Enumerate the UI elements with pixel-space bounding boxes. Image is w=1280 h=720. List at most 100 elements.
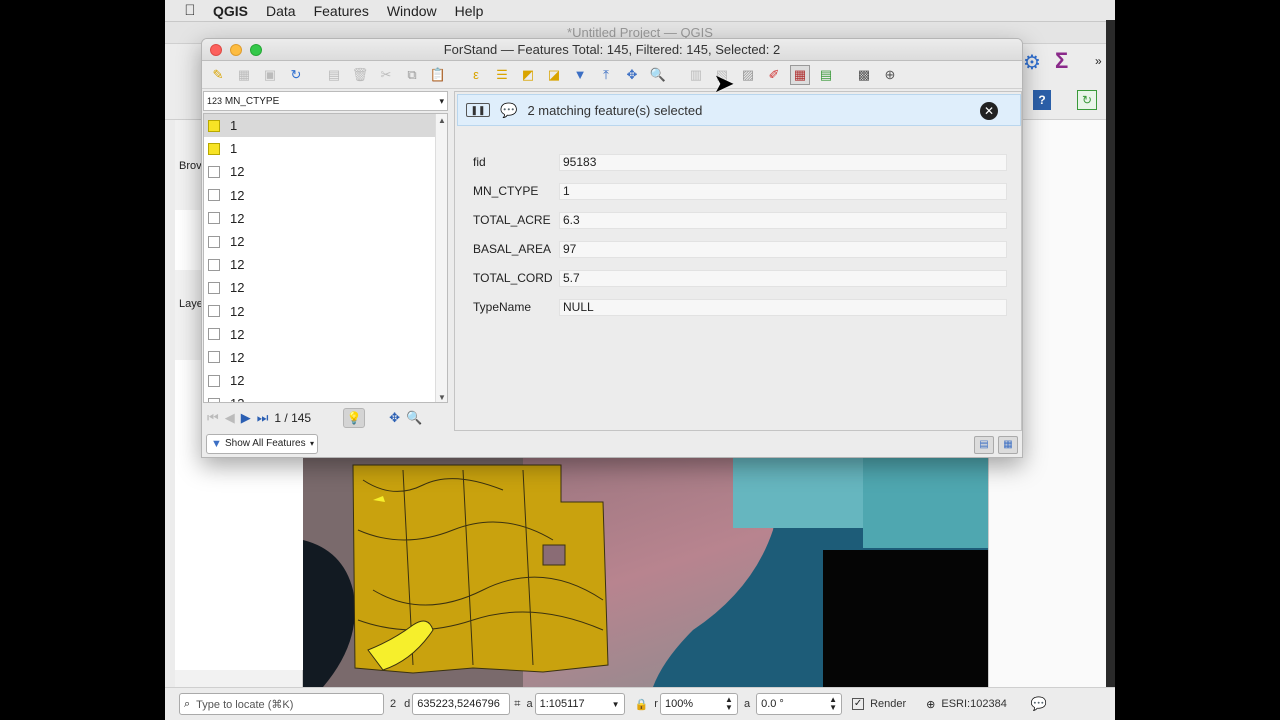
field-value[interactable]: 95183 <box>559 153 1007 171</box>
coordinate-field[interactable]: 635223,5246796 <box>412 693 511 715</box>
select-all-icon[interactable]: ☰ <box>492 65 512 85</box>
filter-select-icon[interactable]: ▼ <box>570 65 590 85</box>
zoom-map-icon[interactable]: ⊕ <box>880 65 900 85</box>
mouse-cursor-icon: ➤ <box>713 68 735 98</box>
selection-checkbox[interactable] <box>208 189 220 202</box>
coordinate-toggle-icon[interactable]: ⌗ <box>514 698 520 711</box>
list-scrollbar[interactable]: ▲ ▼ <box>435 114 447 402</box>
previous-feature-icon[interactable]: ◀ <box>225 410 235 426</box>
copy-icon[interactable]: ⧉ <box>402 65 422 85</box>
selection-checkbox[interactable] <box>208 397 220 402</box>
open-calculator-icon[interactable]: ▩ <box>854 65 874 85</box>
field-label: TypeName <box>473 300 532 314</box>
reload-icon[interactable]: ↻ <box>286 65 306 85</box>
magnifier-spinbox[interactable]: 100% ▲ ▼ <box>659 693 738 715</box>
menu-features[interactable]: Features <box>314 3 369 19</box>
selection-checkbox[interactable] <box>208 142 220 155</box>
multi-edit-icon[interactable]: ▦ <box>234 65 254 85</box>
list-item[interactable]: 12 <box>204 276 447 299</box>
pan-to-selection-icon[interactable]: ✥ <box>622 65 642 85</box>
zoom-to-selection-icon[interactable]: 🔍 <box>648 65 668 85</box>
field-value[interactable]: NULL <box>559 298 1007 316</box>
add-feature-icon[interactable]: ▤ <box>324 65 344 85</box>
list-item[interactable]: 12 <box>204 230 447 253</box>
minimize-window-button[interactable] <box>230 44 242 56</box>
list-item[interactable]: 12 <box>204 184 447 207</box>
menu-app-qgis[interactable]: QGIS <box>213 3 248 19</box>
pause-icon[interactable]: ❚❚ <box>466 103 490 117</box>
sigma-icon[interactable]: Σ <box>1055 48 1068 74</box>
preview-field-combo[interactable]: 123 MN_CTYPE ▾ <box>203 91 448 111</box>
list-item[interactable]: 12 <box>204 346 447 369</box>
scale-combo[interactable]: 1:105117 ▼ <box>534 693 625 715</box>
selection-checkbox[interactable] <box>208 165 220 178</box>
list-item[interactable]: 12 <box>204 253 447 276</box>
list-item[interactable]: 12 <box>204 323 447 346</box>
last-feature-icon[interactable]: ⏭ <box>257 410 269 426</box>
scroll-down-icon[interactable]: ▼ <box>438 393 446 402</box>
selection-checkbox[interactable] <box>208 305 220 318</box>
deselect-all-icon[interactable]: ◪ <box>544 65 564 85</box>
first-feature-icon[interactable]: ⏮ <box>207 410 219 426</box>
selection-checkbox[interactable] <box>208 281 220 294</box>
render-checkbox[interactable]: ✓ <box>852 698 865 710</box>
list-item[interactable]: 12 <box>204 392 447 402</box>
selection-checkbox[interactable] <box>208 374 220 387</box>
crs-globe-icon[interactable]: ⊕ <box>926 698 935 711</box>
zoom-to-feature-icon[interactable]: 🔍 <box>406 410 422 426</box>
messages-icon[interactable]: 💬 <box>1031 696 1047 712</box>
field-calculator-icon[interactable]: ▨ <box>738 65 758 85</box>
new-field-icon[interactable]: ▥ <box>686 65 706 85</box>
selection-checkbox[interactable] <box>208 212 220 225</box>
refresh-table-icon[interactable]: ↻ <box>1077 90 1097 110</box>
scroll-up-icon[interactable]: ▲ <box>438 116 446 125</box>
close-window-button[interactable] <box>210 44 222 56</box>
pan-to-feature-icon[interactable]: ✥ <box>389 410 400 426</box>
lock-icon[interactable]: 🔒 <box>635 698 649 711</box>
list-item[interactable]: 12 <box>204 207 447 230</box>
paste-icon[interactable]: 📋 <box>428 65 448 85</box>
overflow-chevron-icon[interactable]: » <box>1095 54 1102 68</box>
form-view-button[interactable]: ▤ <box>974 436 994 454</box>
dock-table-icon[interactable]: ▤ <box>816 65 836 85</box>
list-item[interactable]: 1 <box>204 114 447 138</box>
zoom-window-button[interactable] <box>250 44 262 56</box>
rotation-label: a <box>743 698 751 710</box>
list-item[interactable]: 12 <box>204 160 447 183</box>
delete-feature-icon[interactable]: 🗑 <box>350 65 370 85</box>
field-value[interactable]: 5.7 <box>559 269 1007 287</box>
selection-checkbox[interactable] <box>208 351 220 364</box>
cut-icon[interactable]: ✂ <box>376 65 396 85</box>
locator-search[interactable]: ⌕ Type to locate (⌘K) <box>179 693 384 715</box>
selection-checkbox[interactable] <box>208 119 220 132</box>
menu-data[interactable]: Data <box>266 3 296 19</box>
crs-label[interactable]: ESRI:102384 <box>941 698 1006 710</box>
field-value[interactable]: 1 <box>559 182 1007 200</box>
selection-checkbox[interactable] <box>208 235 220 248</box>
show-all-features-button[interactable]: ▼ Show All Features ▾ <box>206 434 318 454</box>
menu-help[interactable]: Help <box>455 3 484 19</box>
select-by-expression-icon[interactable]: ε <box>466 65 486 85</box>
selection-checkbox[interactable] <box>208 328 220 341</box>
conditional-formatting-icon[interactable]: ✐ <box>764 65 784 85</box>
invert-selection-icon[interactable]: ◩ <box>518 65 538 85</box>
actions-icon[interactable]: ▦ <box>790 64 810 85</box>
rotation-spinbox[interactable]: 0.0 ° ▲ ▼ <box>756 693 843 715</box>
selection-checkbox[interactable] <box>208 258 220 271</box>
menu-window[interactable]: Window <box>387 3 437 19</box>
toggle-editing-icon[interactable]: ✎ <box>208 65 228 85</box>
save-edits-icon[interactable]: ▣ <box>260 65 280 85</box>
list-item[interactable]: 1 <box>204 137 447 160</box>
highlight-feature-icon[interactable]: 💡 <box>343 408 366 428</box>
close-icon[interactable]: ✕ <box>980 102 998 120</box>
apple-icon[interactable]:  <box>181 2 199 19</box>
gear-icon[interactable]: ⚙ <box>1023 50 1041 75</box>
move-selection-top-icon[interactable]: ⤒ <box>596 65 616 85</box>
list-item[interactable]: 12 <box>204 300 447 323</box>
table-view-button[interactable]: ▦ <box>998 436 1018 454</box>
help-icon[interactable]: ? <box>1033 90 1051 110</box>
field-value[interactable]: 97 <box>559 240 1007 258</box>
list-item[interactable]: 12 <box>204 369 447 392</box>
next-feature-icon[interactable]: ▶ <box>241 410 251 426</box>
field-value[interactable]: 6.3 <box>559 211 1007 229</box>
